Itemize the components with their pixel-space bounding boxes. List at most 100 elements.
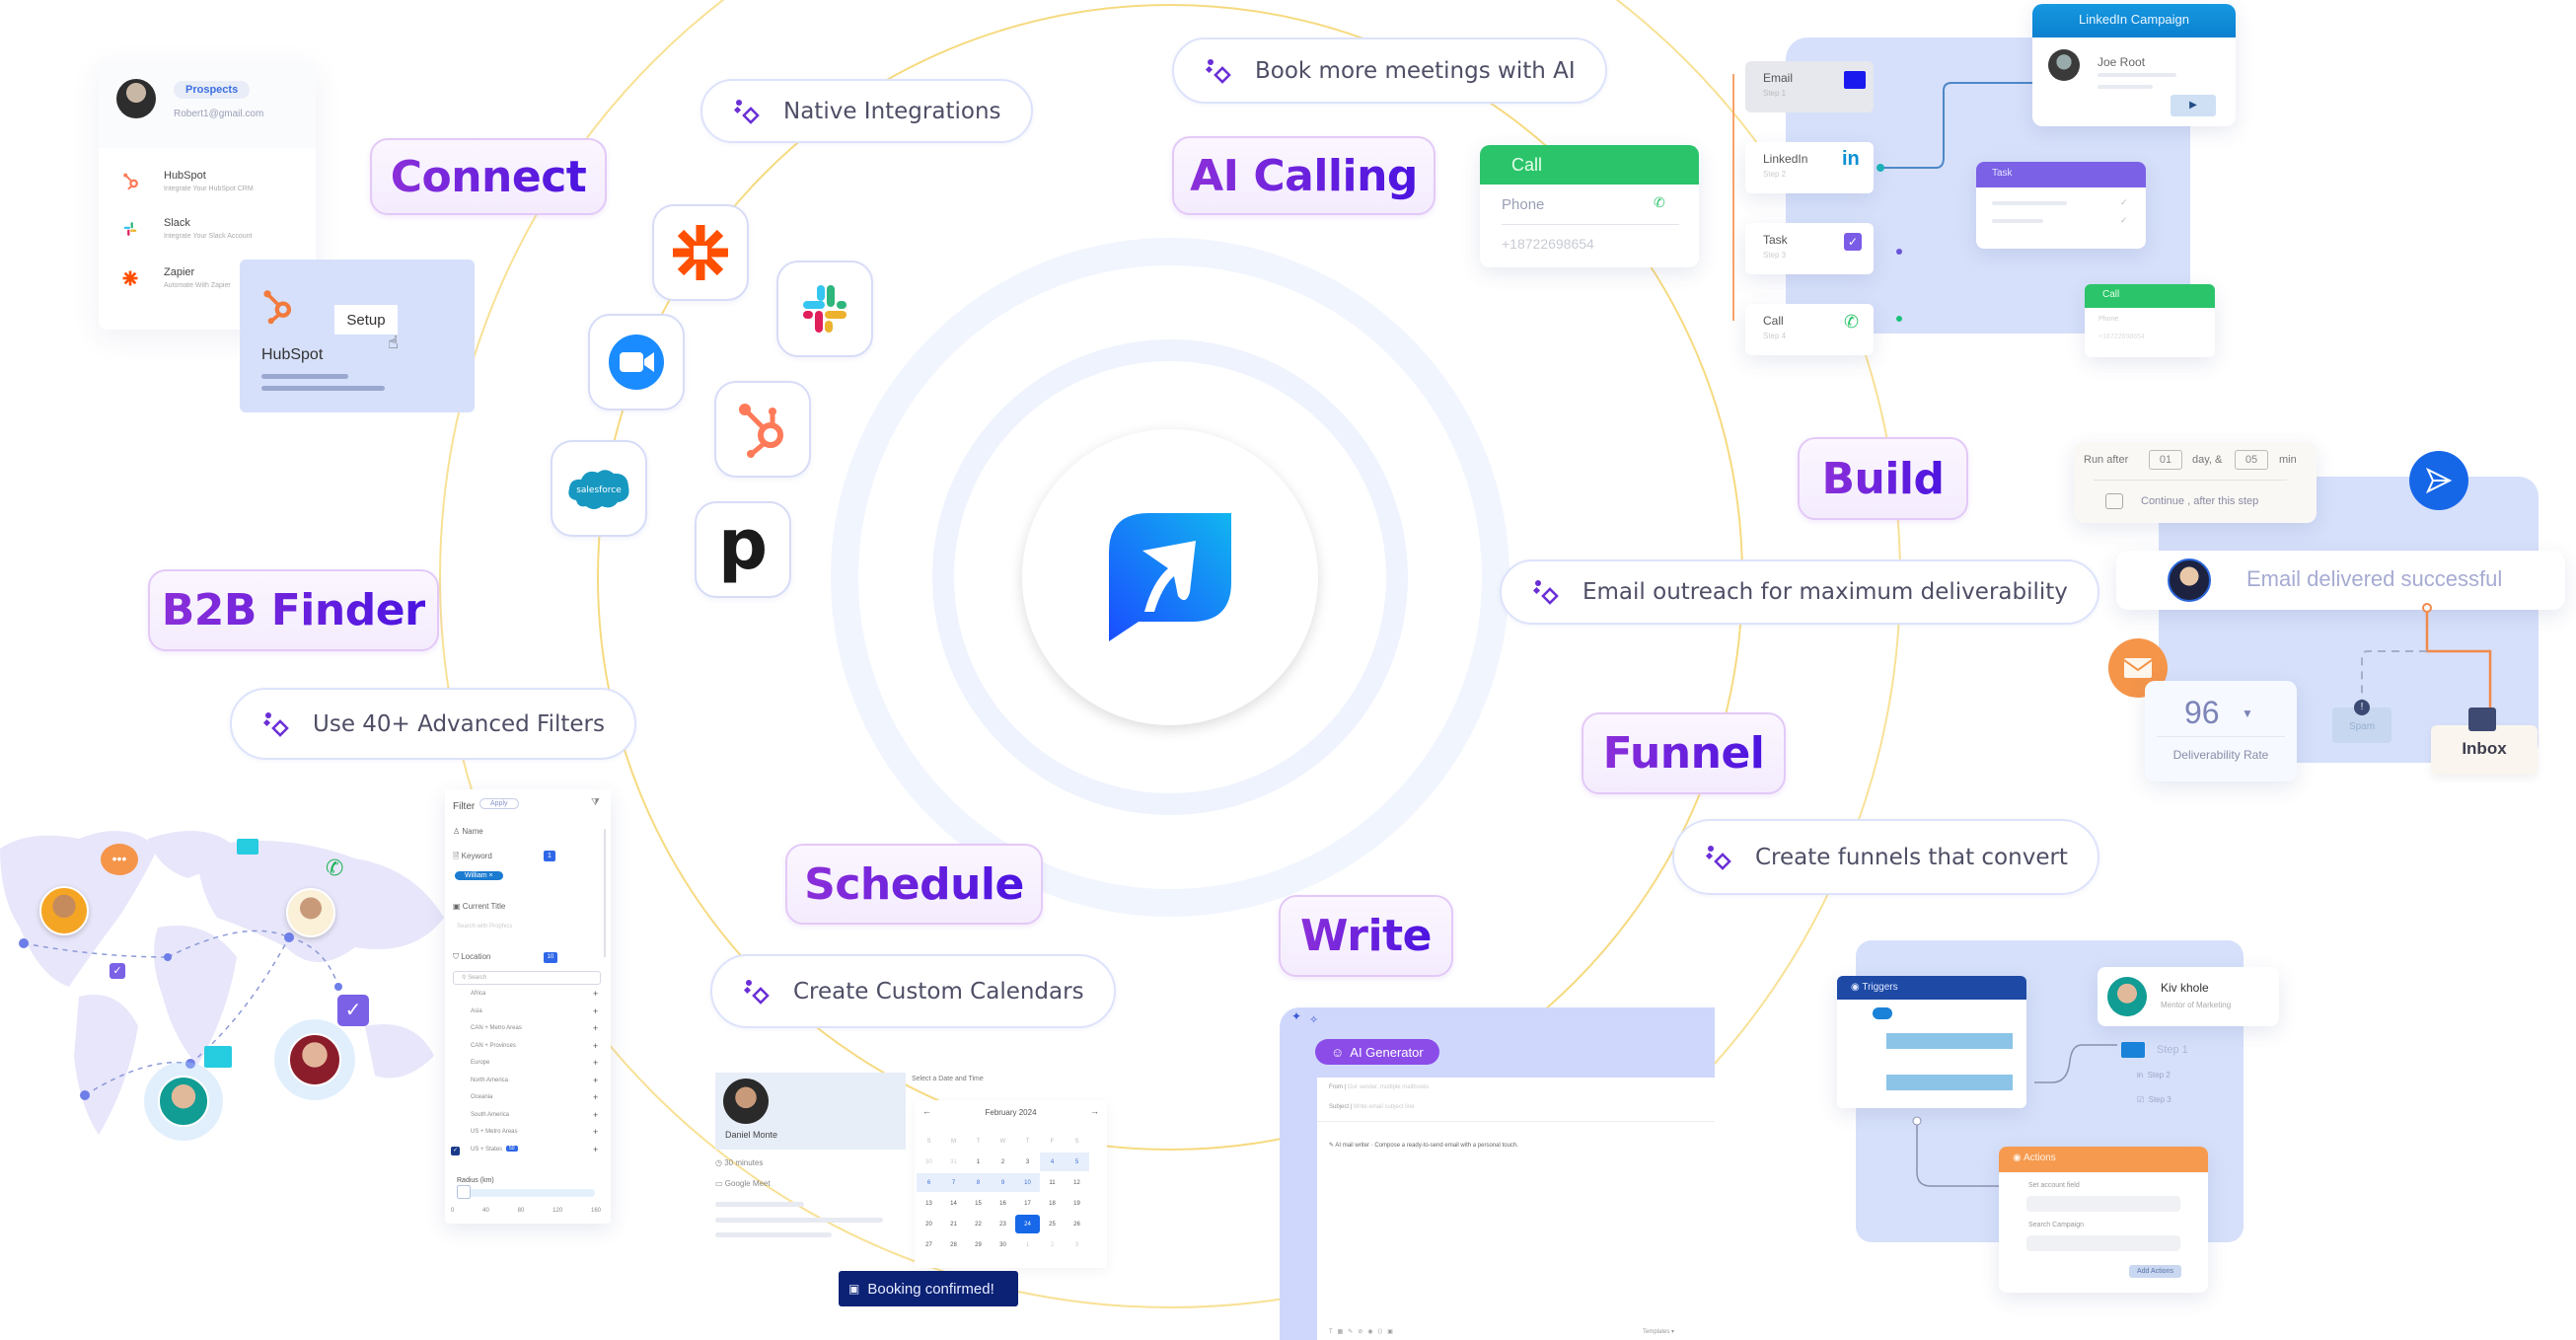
- calendar-day[interactable]: 1: [1015, 1235, 1040, 1254]
- step-linkedin[interactable]: LinkedIn Step 2 in: [1745, 142, 1874, 193]
- add-icon[interactable]: +: [593, 1145, 598, 1154]
- setup-button[interactable]: Setup: [334, 305, 398, 335]
- location-option[interactable]: Africa +: [445, 989, 611, 1006]
- add-icon[interactable]: +: [593, 1076, 598, 1085]
- feature-schedule[interactable]: Schedule: [785, 844, 1043, 925]
- calendar-day[interactable]: 12: [1065, 1173, 1089, 1192]
- calendar-day[interactable]: 3: [1015, 1153, 1040, 1171]
- calendar-day[interactable]: 30: [991, 1235, 1015, 1254]
- filter-section-current-title[interactable]: ▣ Current Title: [453, 902, 505, 911]
- step-email[interactable]: Email Step 1: [1745, 61, 1874, 112]
- calendar-day[interactable]: 16: [991, 1194, 1015, 1213]
- integration-pipedrive[interactable]: p: [695, 501, 791, 598]
- calendar-day[interactable]: 7: [941, 1173, 966, 1192]
- location-option[interactable]: CAN + Provinces +: [445, 1041, 611, 1059]
- calendar-day[interactable]: 18: [1040, 1194, 1065, 1213]
- calendar-day[interactable]: 28: [941, 1235, 966, 1254]
- filter-icon[interactable]: ⧩: [591, 797, 600, 808]
- search-campaign-input[interactable]: [2026, 1235, 2180, 1251]
- radius-slider-thumb[interactable]: [457, 1185, 471, 1199]
- filter-section-keyword[interactable]: 🗎 Keyword: [453, 851, 492, 864]
- calendar-day[interactable]: 19: [1065, 1194, 1089, 1213]
- minutes-input[interactable]: 05: [2235, 450, 2268, 470]
- filter-section-location[interactable]: ⛉ Location: [453, 952, 490, 962]
- editor-toolbar[interactable]: T ▦ ✎ ⊘ ◉ ⟨⟩ ▣: [1329, 1328, 1393, 1335]
- step-task[interactable]: Task Step 3 ✓: [1745, 223, 1874, 274]
- calendar-day[interactable]: 2: [1040, 1235, 1065, 1254]
- calendar-day[interactable]: 20: [917, 1215, 941, 1233]
- location-option[interactable]: North America +: [445, 1076, 611, 1093]
- next-month-button[interactable]: →: [1090, 1106, 1099, 1116]
- radius-slider[interactable]: [457, 1185, 595, 1199]
- calendar-day[interactable]: 14: [941, 1194, 966, 1213]
- location-option[interactable]: ✓ US + States 50 +: [445, 1145, 611, 1162]
- add-icon[interactable]: +: [593, 1023, 598, 1033]
- integration-zapier[interactable]: [652, 204, 749, 301]
- add-icon[interactable]: +: [593, 1006, 598, 1016]
- location-option[interactable]: South America +: [445, 1110, 611, 1128]
- ai-generator-badge[interactable]: ☺ AI Generator: [1315, 1039, 1439, 1065]
- calendar-day[interactable]: 24: [1015, 1215, 1040, 1233]
- calendar-day[interactable]: 3: [1065, 1235, 1089, 1254]
- from-field[interactable]: From | Our sender, multiple mailboxes: [1329, 1084, 1429, 1090]
- calendar-day[interactable]: 23: [991, 1215, 1015, 1233]
- feature-funnel[interactable]: Funnel: [1582, 712, 1786, 794]
- chevron-down-icon[interactable]: ▼: [2242, 707, 2253, 720]
- add-icon[interactable]: +: [593, 1127, 598, 1137]
- calendar-day[interactable]: 6: [917, 1173, 941, 1192]
- feature-connect[interactable]: Connect: [370, 138, 607, 215]
- calendar-day[interactable]: 25: [1040, 1215, 1065, 1233]
- calendar-day[interactable]: 26: [1065, 1215, 1089, 1233]
- play-button[interactable]: ▶: [2171, 95, 2216, 116]
- add-icon[interactable]: +: [593, 1110, 598, 1120]
- calendar-day[interactable]: 11: [1040, 1173, 1065, 1192]
- integration-slack[interactable]: [776, 261, 873, 357]
- add-actions-button[interactable]: Add Actions: [2129, 1265, 2181, 1278]
- location-option[interactable]: US + Metro Areas +: [445, 1127, 611, 1145]
- feature-write[interactable]: Write: [1279, 895, 1453, 977]
- calendar-day[interactable]: 27: [917, 1235, 941, 1254]
- subject-field[interactable]: Subject | Write email subject line: [1329, 1104, 1415, 1110]
- integration-zoom[interactable]: [588, 314, 685, 410]
- calendar-day[interactable]: 30: [917, 1153, 941, 1171]
- calendar-day[interactable]: 15: [966, 1194, 991, 1213]
- feature-b2b-finder[interactable]: B2B Finder: [148, 569, 439, 651]
- calendar-day[interactable]: 22: [966, 1215, 991, 1233]
- calendar-day[interactable]: 5: [1065, 1153, 1089, 1171]
- location-option[interactable]: CAN + Metro Areas +: [445, 1023, 611, 1041]
- add-icon[interactable]: +: [593, 1092, 598, 1102]
- calendar-day[interactable]: 31: [941, 1153, 966, 1171]
- integration-salesforce[interactable]: salesforce: [551, 440, 647, 537]
- keyword-chip[interactable]: William ×: [455, 871, 503, 880]
- step-call[interactable]: Call Step 4 ✆: [1745, 304, 1874, 355]
- continue-checkbox[interactable]: [2105, 493, 2123, 509]
- location-checkbox[interactable]: ✓: [451, 1146, 460, 1155]
- integration-hubspot[interactable]: [714, 381, 811, 478]
- ai-prompt[interactable]: ✎ AI mail writer · Compose a ready-to-se…: [1329, 1142, 1518, 1149]
- calendar-day[interactable]: 1: [966, 1153, 991, 1171]
- templates-dropdown[interactable]: Templates ▾: [1643, 1328, 1674, 1335]
- location-search-input[interactable]: ⚲ Search: [453, 971, 601, 985]
- calendar-day[interactable]: 10: [1015, 1173, 1040, 1192]
- calendar-day[interactable]: 4: [1040, 1153, 1065, 1171]
- calendar-day[interactable]: 21: [941, 1215, 966, 1233]
- location-option[interactable]: Oceania +: [445, 1092, 611, 1110]
- add-icon[interactable]: +: [593, 989, 598, 999]
- calendar-day[interactable]: 2: [991, 1153, 1015, 1171]
- title-search-input[interactable]: Search with Prophics: [457, 924, 512, 930]
- filter-section-name[interactable]: ♙ Name: [453, 827, 483, 836]
- calendar-day[interactable]: 8: [966, 1173, 991, 1192]
- add-icon[interactable]: +: [593, 1041, 598, 1051]
- apply-button[interactable]: Apply: [479, 798, 519, 809]
- calendar-day[interactable]: 9: [991, 1173, 1015, 1192]
- calendar-day[interactable]: 29: [966, 1235, 991, 1254]
- feature-ai-calling[interactable]: AI Calling: [1172, 136, 1435, 215]
- account-field-input[interactable]: [2026, 1196, 2180, 1212]
- location-option[interactable]: Europe +: [445, 1058, 611, 1076]
- filter-scrollbar[interactable]: [604, 829, 606, 957]
- calendar-day[interactable]: 17: [1015, 1194, 1040, 1213]
- send-button[interactable]: [2409, 451, 2468, 510]
- calendar-day[interactable]: 13: [917, 1194, 941, 1213]
- feature-build[interactable]: Build: [1798, 437, 1968, 520]
- days-input[interactable]: 01: [2149, 450, 2182, 470]
